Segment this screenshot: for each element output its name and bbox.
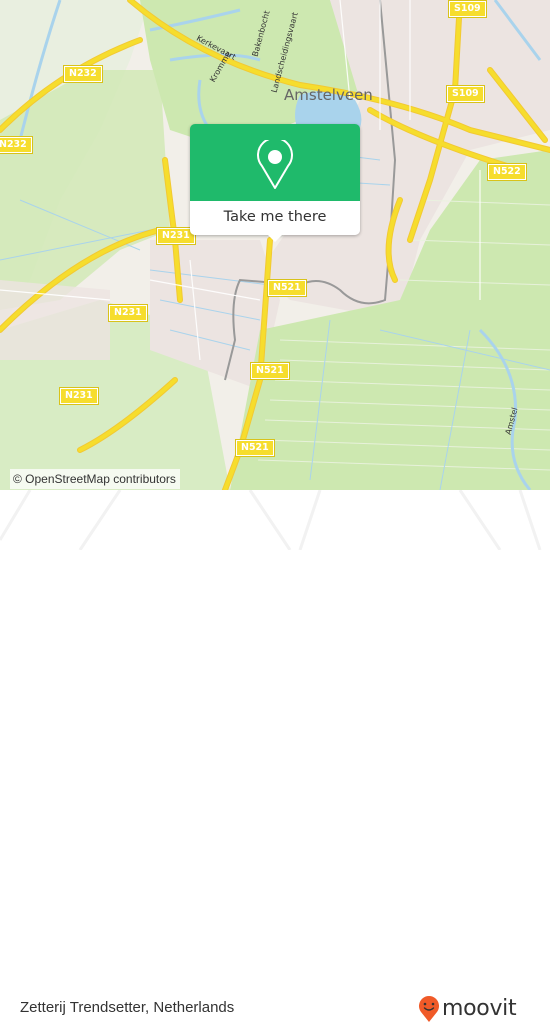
footer: Zetterij Trendsetter, Netherlands moovit — [0, 490, 550, 1022]
road-shield: N231 — [108, 304, 148, 322]
brand-name: moovit — [442, 996, 517, 1021]
popup-pointer — [268, 235, 282, 242]
location-popup: Take me there — [190, 124, 360, 242]
map-view[interactable]: Amstelveen Kerkevaart Kromme Bakenbocht … — [0, 0, 550, 490]
road-shield: N521 — [250, 362, 290, 380]
road-shield: S109 — [448, 0, 487, 18]
map-pin-icon — [257, 140, 293, 189]
take-me-there-button[interactable]: Take me there — [190, 201, 360, 235]
road-shield: N232 — [63, 65, 103, 83]
road-shield: N521 — [235, 439, 275, 457]
moovit-logo[interactable]: moovit — [418, 995, 517, 1023]
road-shield: N231 — [59, 387, 99, 405]
popup-header — [190, 124, 360, 201]
location-name: Zetterij Trendsetter, Netherlands — [20, 999, 235, 1016]
road-shield: N521 — [267, 279, 307, 297]
place-label-amstelveen: Amstelveen — [284, 86, 373, 104]
map-attribution[interactable]: © OpenStreetMap contributors — [10, 469, 180, 489]
moovit-pin-icon — [419, 996, 439, 1022]
road-shield: N232 — [0, 136, 33, 154]
road-shield: N522 — [487, 163, 527, 181]
road-shield: S109 — [446, 85, 485, 103]
footer-background-pattern — [0, 490, 542, 550]
